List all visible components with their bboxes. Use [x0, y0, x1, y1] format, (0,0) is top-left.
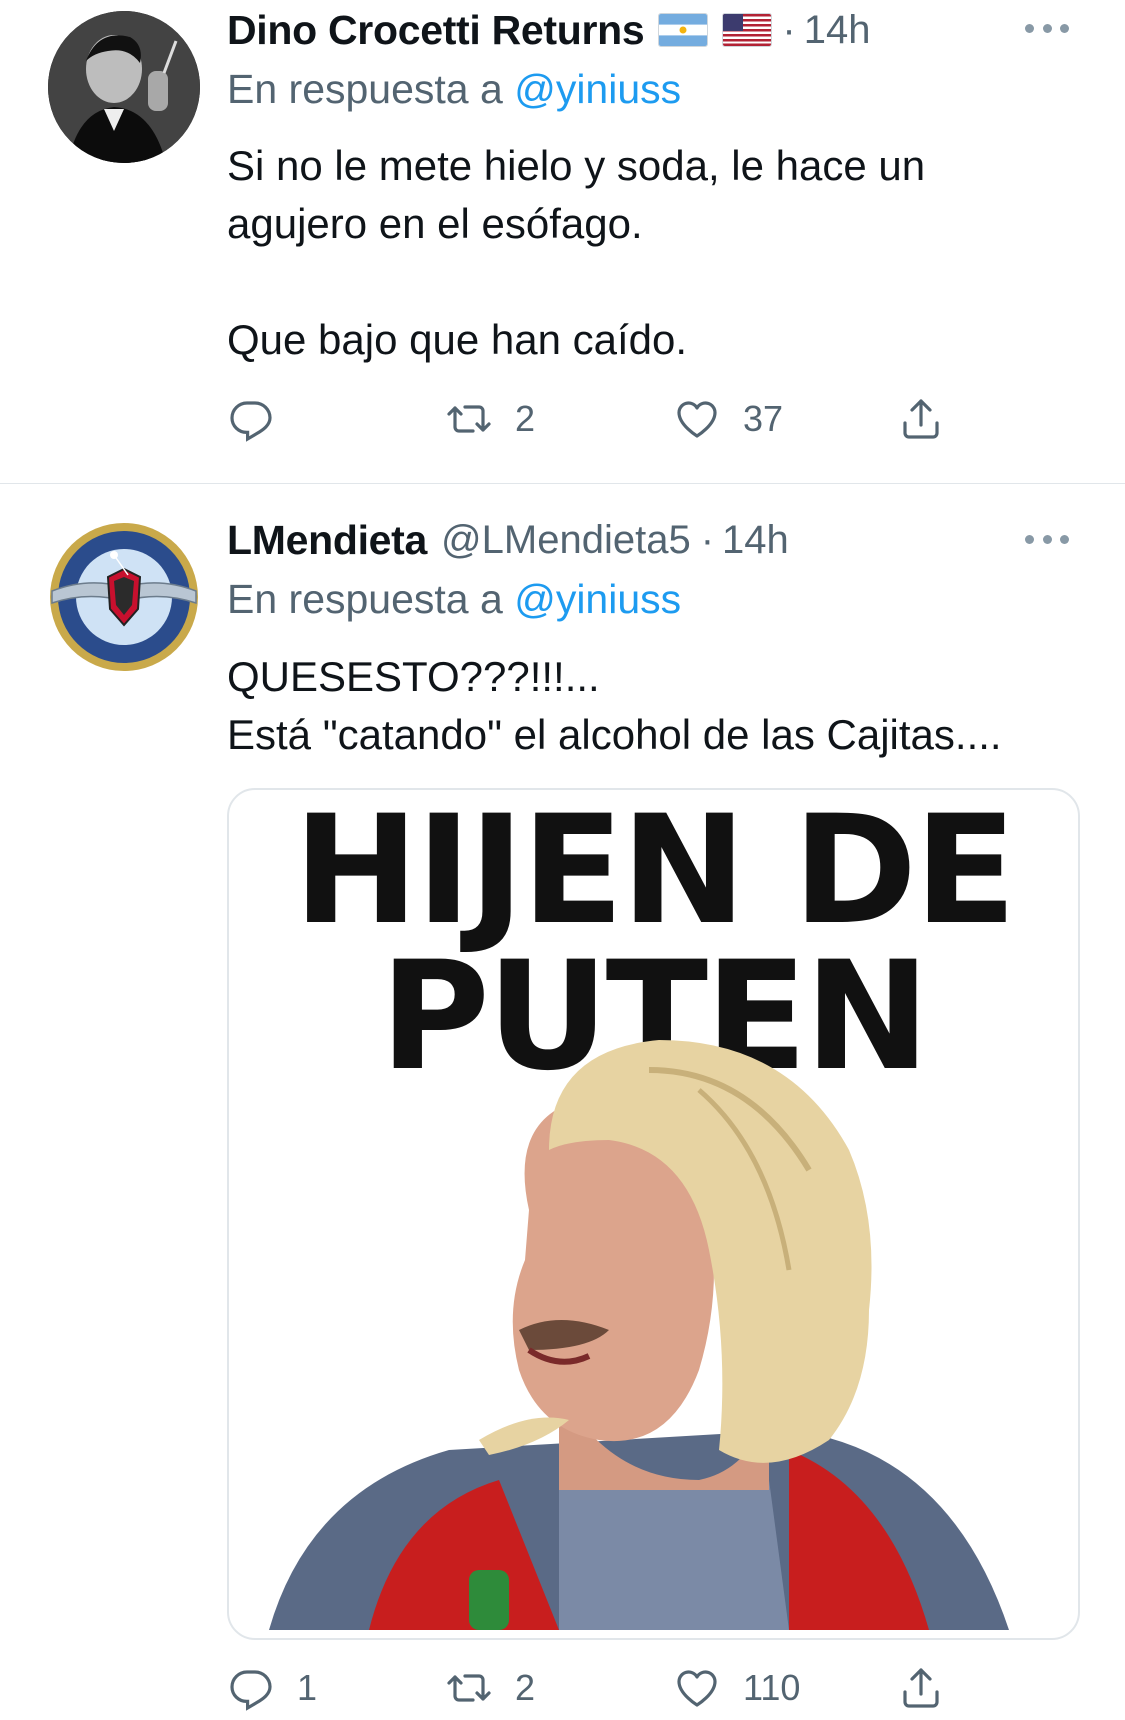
share-icon: [903, 399, 939, 439]
share-button[interactable]: [897, 1658, 945, 1718]
text-line: Si no le mete hielo y soda, le hace un: [227, 142, 926, 189]
avatar[interactable]: [48, 11, 200, 163]
retweet-count: 2: [515, 398, 536, 439]
reply-mention[interactable]: @yiniuss: [514, 576, 681, 622]
timestamp[interactable]: 14h: [722, 518, 789, 563]
avatar-emblem: [50, 523, 198, 671]
retweet-count: 2: [515, 1667, 536, 1708]
usa-flag-icon: [722, 13, 773, 47]
like-button[interactable]: 37: [673, 389, 783, 449]
text-line: agujero en el esófago.: [227, 200, 643, 247]
reply-icon: [230, 401, 272, 442]
like-count: 110: [743, 1667, 801, 1708]
reply-icon: [230, 1670, 272, 1711]
like-count: 37: [743, 398, 784, 439]
reply-button[interactable]: 1: [227, 1658, 317, 1718]
timestamp[interactable]: 14h: [804, 8, 871, 53]
text-line: Está "catando" el alcohol de las Cajitas…: [227, 711, 1002, 758]
handle[interactable]: @LMendieta5: [441, 518, 691, 563]
avatar[interactable]: [48, 521, 200, 673]
reply-button[interactable]: [227, 389, 275, 449]
more-icon[interactable]: [1025, 24, 1069, 36]
share-button[interactable]: [897, 389, 945, 449]
argentina-flag-icon: [658, 13, 709, 47]
tweet-actions: 1 2 110: [227, 1658, 947, 1718]
reply-context: En respuesta a @yiniuss: [227, 576, 681, 623]
retweet-button[interactable]: 2: [445, 1658, 535, 1718]
like-button[interactable]: 110: [673, 1658, 800, 1718]
separator-dot: ·: [782, 7, 796, 52]
tweet-image[interactable]: HIJEN DE PUTEN: [227, 788, 1080, 1640]
tweet[interactable]: Dino Crocetti Returns · 14h En respuesta…: [0, 0, 1125, 483]
reply-count: 1: [297, 1667, 318, 1708]
display-name[interactable]: Dino Crocetti Returns: [227, 7, 645, 54]
meme-photo: [269, 1040, 1009, 1630]
tweet-text: QUESESTO???!!!... Está "catando" el alco…: [227, 648, 1002, 764]
tweet-text-2: Que bajo que han caído.: [227, 311, 687, 369]
retweet-icon: [447, 1674, 491, 1702]
retweet-button[interactable]: 2: [445, 389, 535, 449]
tweet-header: LMendieta @LMendieta5 · 14h: [227, 514, 789, 566]
tweet-header: Dino Crocetti Returns · 14h: [227, 4, 870, 56]
separator-dot: ·: [700, 517, 715, 562]
more-icon[interactable]: [1025, 535, 1069, 547]
reply-prefix: En respuesta a: [227, 66, 503, 112]
share-icon: [903, 1668, 939, 1708]
tweet-text: Si no le mete hielo y soda, le hace un a…: [227, 137, 925, 253]
reply-mention[interactable]: @yiniuss: [514, 66, 681, 112]
text-line: QUESESTO???!!!...: [227, 653, 600, 700]
like-icon: [677, 1670, 717, 1707]
like-icon: [677, 401, 717, 438]
display-name[interactable]: LMendieta: [227, 517, 427, 564]
avatar-photo: [48, 11, 200, 163]
retweet-icon: [447, 405, 491, 433]
reply-context: En respuesta a @yiniuss: [227, 66, 681, 113]
text-line: Que bajo que han caído.: [227, 316, 688, 363]
tweet-actions: 2 37: [227, 389, 947, 449]
reply-prefix: En respuesta a: [227, 576, 503, 622]
